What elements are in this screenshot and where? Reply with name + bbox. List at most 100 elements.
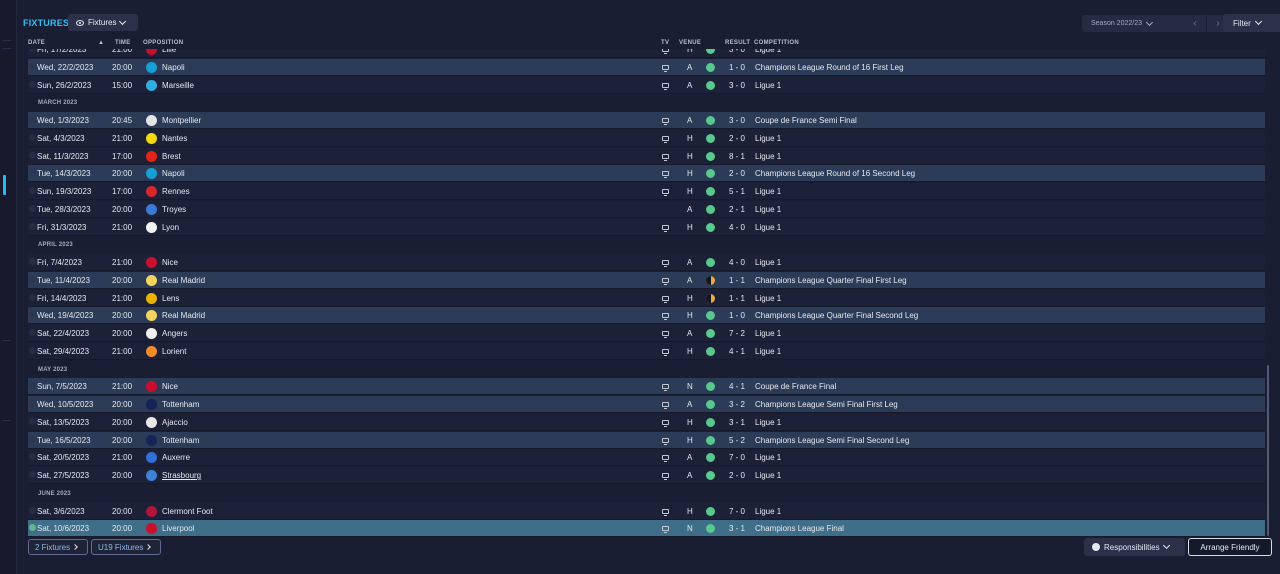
row-select-circle[interactable] — [29, 346, 36, 354]
u19-fixtures-button[interactable]: U19 Fixtures — [91, 539, 161, 555]
match-result-link[interactable]: 7 - 0 — [729, 453, 745, 462]
row-select-circle[interactable] — [29, 133, 36, 141]
match-result-link[interactable]: 3 - 0 — [729, 116, 745, 125]
fixture-row[interactable]: Fri, 7/4/2023 21:00 Nice A 4 - 0 Ligue 1 — [28, 254, 1265, 271]
row-select-circle[interactable] — [29, 169, 36, 177]
fixture-row[interactable]: Fri, 14/4/2023 21:00 Lens H 1 - 1 Ligue 1 — [28, 289, 1265, 307]
match-result-link[interactable]: 2 - 1 — [729, 205, 745, 214]
fixture-row[interactable]: Sat, 27/5/2023 20:00 Strasbourg A 2 - 0 Ligue… — [28, 467, 1265, 484]
col-header-venue[interactable]: VENUE — [679, 40, 701, 46]
opposition-link[interactable]: Liverpool — [162, 524, 194, 533]
row-select-circle[interactable] — [29, 49, 36, 52]
competition-link[interactable]: Champions League Round of 16 First Leg — [755, 63, 904, 72]
opposition-link[interactable]: Troyes — [162, 205, 186, 214]
opposition-link[interactable]: Strasbourg — [162, 471, 201, 480]
fixtures-list[interactable]: Fri, 17/2/2023 21:00 Lille H 3 - 0 Ligue 1 Wed… — [28, 49, 1265, 538]
opposition-link[interactable]: Nice — [162, 382, 178, 391]
match-result-link[interactable]: 3 - 1 — [729, 524, 745, 533]
nav-active-indicator[interactable] — [3, 175, 6, 195]
match-result-link[interactable]: 4 - 0 — [729, 223, 745, 232]
match-result-link[interactable]: 3 - 2 — [729, 400, 745, 409]
opposition-link[interactable]: Nantes — [162, 134, 187, 143]
responsibilities-button[interactable]: Responsibilities — [1084, 538, 1185, 556]
row-select-circle[interactable] — [29, 382, 36, 390]
opposition-link[interactable]: Lorient — [162, 347, 186, 356]
row-select-circle[interactable] — [29, 258, 36, 265]
match-result-link[interactable]: 5 - 2 — [729, 436, 745, 445]
competition-link[interactable]: Ligue 1 — [755, 471, 781, 480]
opposition-link[interactable]: Angers — [162, 329, 187, 338]
match-result-link[interactable]: 7 - 2 — [729, 329, 745, 338]
match-result-link[interactable]: 4 - 1 — [729, 347, 745, 356]
fixture-row[interactable]: Sat, 10/6/2023 20:00 Liverpool N 3 - 1 Champi… — [28, 520, 1265, 538]
fixture-row[interactable]: Wed, 19/4/2023 20:00 Real Madrid H 1 - 0 Cham… — [28, 307, 1265, 325]
competition-link[interactable]: Ligue 1 — [755, 152, 781, 161]
opposition-link[interactable]: Real Madrid — [162, 276, 205, 285]
fixture-row[interactable]: Wed, 22/2/2023 20:00 Napoli A 1 - 0 Champions… — [28, 58, 1265, 76]
opposition-link[interactable]: Rennes — [162, 187, 190, 196]
col-header-time[interactable]: TIME — [115, 40, 131, 46]
col-header-tv[interactable]: TV — [661, 40, 669, 46]
row-select-circle[interactable] — [29, 187, 36, 194]
match-result-link[interactable]: 2 - 0 — [729, 471, 745, 480]
fixture-row[interactable]: Tue, 16/5/2023 20:00 Tottenham H 5 - 2 Champi… — [28, 431, 1265, 449]
fixture-row[interactable]: Tue, 11/4/2023 20:00 Real Madrid A 1 - 1 Cham… — [28, 271, 1265, 289]
competition-link[interactable]: Ligue 1 — [755, 507, 781, 516]
competition-link[interactable]: Ligue 1 — [755, 418, 781, 427]
match-result-link[interactable]: 1 - 1 — [729, 294, 745, 303]
row-select-circle[interactable] — [29, 204, 36, 212]
fixture-row[interactable]: Tue, 14/3/2023 20:00 Napoli H 2 - 0 Champions… — [28, 165, 1265, 183]
opposition-link[interactable]: Lyon — [162, 223, 179, 232]
row-select-circle[interactable] — [29, 151, 36, 159]
fixture-row[interactable]: Tue, 28/3/2023 20:00 Troyes A 2 - 1 Ligue 1 — [28, 200, 1265, 218]
opposition-link[interactable]: Tottenham — [162, 400, 199, 409]
opposition-link[interactable]: Nice — [162, 258, 178, 267]
opposition-link[interactable]: Lille — [162, 49, 176, 54]
row-select-circle[interactable] — [29, 62, 36, 70]
match-result-link[interactable]: 8 - 1 — [729, 152, 745, 161]
fixture-row[interactable]: Sat, 22/4/2023 20:00 Angers A 7 - 2 Ligue 1 — [28, 325, 1265, 342]
competition-link[interactable]: Ligue 1 — [755, 205, 781, 214]
competition-link[interactable]: Ligue 1 — [755, 453, 781, 462]
competition-link[interactable]: Ligue 1 — [755, 134, 781, 143]
fixture-row[interactable]: Wed, 10/5/2023 20:00 Tottenham A 3 - 2 Champi… — [28, 396, 1265, 413]
opposition-link[interactable]: Lens — [162, 294, 179, 303]
competition-link[interactable]: Ligue 1 — [755, 258, 781, 267]
row-select-circle[interactable] — [29, 400, 36, 407]
opposition-link[interactable]: Marseille — [162, 81, 194, 90]
row-select-circle[interactable] — [29, 116, 36, 123]
competition-link[interactable]: Ligue 1 — [755, 49, 781, 54]
fixture-row[interactable]: Sat, 13/5/2023 20:00 Ajaccio H 3 - 1 Ligue 1 — [28, 413, 1265, 431]
fixture-row[interactable]: Sat, 3/6/2023 20:00 Clermont Foot H 7 - 0 Lig… — [28, 502, 1265, 520]
fixture-row[interactable]: Sat, 20/5/2023 21:00 Auxerre A 7 - 0 Ligue 1 — [28, 449, 1265, 467]
row-select-circle[interactable] — [29, 311, 36, 319]
competition-link[interactable]: Ligue 1 — [755, 329, 781, 338]
competition-link[interactable]: Ligue 1 — [755, 223, 781, 232]
row-select-circle[interactable] — [29, 453, 36, 461]
competition-link[interactable]: Champions League Final — [755, 524, 844, 533]
opposition-link[interactable]: Napoli — [162, 63, 185, 72]
match-result-link[interactable]: 3 - 0 — [729, 81, 745, 90]
competition-link[interactable]: Ligue 1 — [755, 294, 781, 303]
fixture-row[interactable]: Fri, 17/2/2023 21:00 Lille H 3 - 0 Ligue 1 — [28, 49, 1265, 58]
competition-link[interactable]: Coupe de France Final — [755, 382, 836, 391]
row-select-circle[interactable] — [29, 435, 36, 443]
match-result-link[interactable]: 4 - 0 — [729, 258, 745, 267]
competition-link[interactable]: Champions League Round of 16 Second Leg — [755, 169, 915, 178]
competition-link[interactable]: Coupe de France Semi Final — [755, 116, 857, 125]
opposition-link[interactable]: Montpellier — [162, 116, 201, 125]
match-result-link[interactable]: 4 - 1 — [729, 382, 745, 391]
arrange-friendly-button[interactable]: Arrange Friendly — [1188, 538, 1272, 556]
opposition-link[interactable]: Napoli — [162, 169, 185, 178]
fixture-row[interactable]: Sun, 7/5/2023 21:00 Nice N 4 - 1 Coupe de Fra… — [28, 378, 1265, 396]
match-result-link[interactable]: 3 - 1 — [729, 418, 745, 427]
fixture-row[interactable]: Sat, 4/3/2023 21:00 Nantes H 2 - 0 Ligue 1 — [28, 129, 1265, 147]
season-dropdown[interactable]: Season 2022/23 — [1082, 15, 1184, 32]
match-result-link[interactable]: 7 - 0 — [729, 507, 745, 516]
row-select-circle[interactable] — [29, 80, 36, 88]
col-header-competition[interactable]: COMPETITION — [754, 40, 799, 46]
row-select-circle[interactable] — [29, 275, 36, 283]
fixture-row[interactable]: Sun, 26/2/2023 15:00 Marseille A 3 - 0 Ligue … — [28, 76, 1265, 94]
opposition-link[interactable]: Auxerre — [162, 453, 190, 462]
row-select-circle[interactable] — [29, 222, 36, 230]
